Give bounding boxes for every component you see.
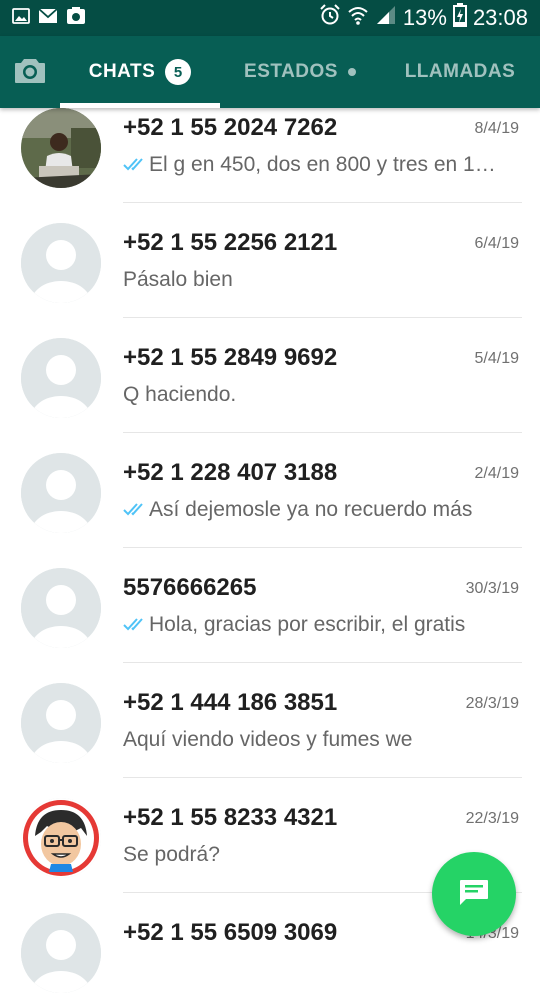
contact-name: +52 1 55 2256 2121 (123, 229, 338, 256)
read-receipt-icon (123, 503, 143, 516)
avatar[interactable] (21, 683, 101, 763)
contact-name: +52 1 55 6509 3069 (123, 919, 338, 946)
message-date: 28/3/19 (465, 695, 519, 712)
contact-name: +52 1 55 2849 9692 (123, 344, 338, 371)
message-preview: Q haciendo. (123, 383, 503, 407)
avatar[interactable] (21, 568, 101, 648)
camera-tab[interactable] (0, 36, 60, 108)
avatar[interactable] (21, 223, 101, 303)
message-date: 5/4/19 (474, 350, 519, 367)
alarm-icon (319, 4, 341, 32)
message-preview-text: Así dejemosle ya no recuerdo más (149, 498, 473, 521)
message-date: 2/4/19 (474, 465, 519, 482)
tab-chats[interactable]: CHATS 5 (60, 36, 220, 108)
message-preview-text: Pásalo bien (123, 268, 233, 291)
message-date: 6/4/19 (474, 235, 519, 252)
photo-notification-icon (66, 6, 86, 30)
message-date: 30/3/19 (465, 580, 519, 597)
battery-charging-icon (452, 3, 467, 33)
avatar[interactable] (21, 798, 101, 878)
avatar[interactable] (21, 338, 101, 418)
camera-icon (14, 56, 46, 89)
signal-icon (375, 4, 397, 32)
contact-name: +52 1 444 186 3851 (123, 689, 338, 716)
clock-time: 23:08 (472, 5, 528, 30)
default-avatar-icon (21, 338, 101, 418)
message-preview: Así dejemosle ya no recuerdo más (123, 498, 503, 522)
tab-chats-label: CHATS (88, 61, 156, 82)
contact-name: +52 1 55 8233 4321 (123, 804, 338, 831)
active-tab-indicator (60, 103, 220, 108)
avatar[interactable] (21, 453, 101, 533)
message-preview-text: Aquí viendo videos y fumes we (123, 728, 413, 751)
message-preview-text: Q haciendo. (123, 383, 237, 406)
status-bar: 13% 23:08 (0, 0, 540, 36)
unread-chats-badge: 5 (165, 59, 192, 85)
chat-row[interactable]: 5576666265 30/3/19 Hola, gracias por esc… (0, 548, 540, 663)
new-chat-icon (458, 878, 490, 911)
chat-row[interactable]: +52 1 444 186 3851 28/3/19 Aquí viendo v… (0, 663, 540, 778)
chat-row[interactable]: +52 1 55 2849 9692 5/4/19 Q haciendo. (0, 318, 540, 433)
message-date: 8/4/19 (474, 120, 519, 137)
avatar[interactable] (21, 108, 101, 188)
default-avatar-icon (21, 683, 101, 763)
mail-notification-icon (38, 7, 58, 29)
tab-llamadas-label: LLAMADAS (404, 61, 516, 82)
status-system-icons: 13% 23:08 (319, 3, 528, 33)
message-preview: Aquí viendo videos y fumes we (123, 728, 503, 752)
read-receipt-icon (123, 618, 143, 631)
avatar[interactable] (21, 913, 101, 993)
message-preview-text: Se podrá? (123, 843, 220, 866)
message-preview: Pásalo bien (123, 268, 503, 292)
gallery-notification-icon (12, 7, 30, 29)
status-notification-icons (12, 6, 86, 30)
default-avatar-icon (21, 453, 101, 533)
message-preview-text: El g en 450, dos en 800 y tres en 1000 (149, 153, 503, 176)
message-preview-text: Hola, gracias por escribir, el gratis (149, 613, 466, 636)
default-avatar-icon (21, 568, 101, 648)
read-receipt-icon (123, 158, 143, 171)
battery-percent: 13% (402, 5, 447, 30)
chat-row[interactable]: +52 1 55 2256 2121 6/4/19 Pásalo bien (0, 203, 540, 318)
default-avatar-icon (21, 223, 101, 303)
tab-llamadas[interactable]: LLAMADAS (380, 36, 540, 108)
chat-row[interactable]: +52 1 228 407 3188 2/4/19 Así dejemosle … (0, 433, 540, 548)
contact-name: 5576666265 (123, 574, 257, 601)
wifi-icon (347, 4, 369, 32)
new-chat-button[interactable] (432, 852, 516, 936)
contact-name: +52 1 55 2024 7262 (123, 114, 338, 141)
default-avatar-icon (21, 913, 101, 993)
new-status-dot (347, 68, 356, 76)
contact-photo (21, 108, 101, 188)
tab-bar: CHATS 5 ESTADOS LLAMADAS (0, 36, 540, 108)
contact-name: +52 1 228 407 3188 (123, 459, 338, 486)
message-date: 22/3/19 (465, 810, 519, 827)
message-preview: Hola, gracias por escribir, el gratis (123, 613, 503, 637)
message-preview: El g en 450, dos en 800 y tres en 1000 (123, 153, 503, 177)
tab-estados-label: ESTADOS (244, 61, 338, 82)
tab-estados[interactable]: ESTADOS (220, 36, 380, 108)
cartoon-avatar-icon (21, 798, 101, 878)
